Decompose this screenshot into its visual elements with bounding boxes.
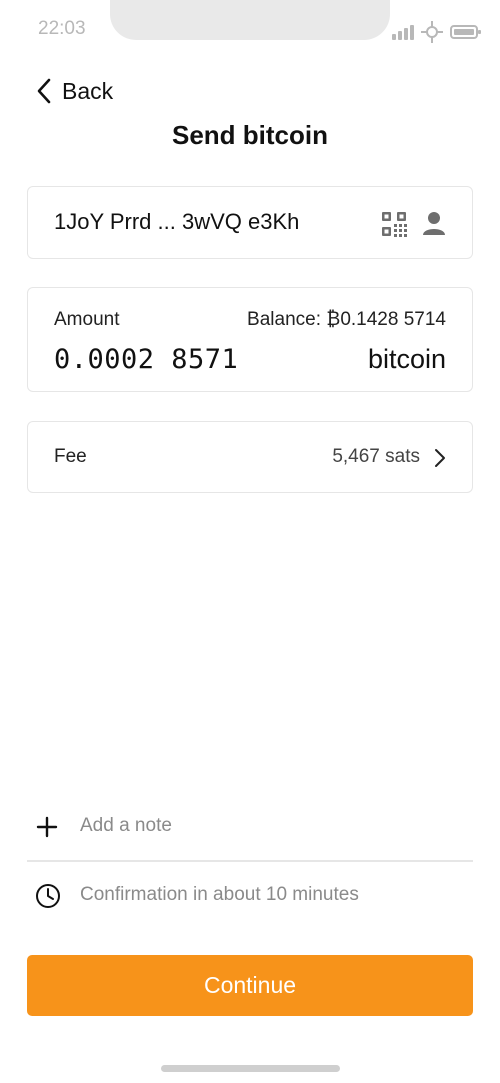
add-note-button[interactable]: Add a note [27, 808, 473, 848]
amount-label: Amount [54, 309, 120, 330]
status-bar: 22:03 [0, 0, 500, 60]
continue-button[interactable]: Continue [27, 955, 473, 1016]
fee-value: 5,467 sats [332, 446, 420, 467]
contact-icon[interactable] [422, 210, 446, 236]
chevron-left-icon [37, 78, 51, 104]
signal-icon [392, 25, 414, 40]
qr-code-icon[interactable] [380, 210, 408, 238]
plus-icon [36, 816, 58, 838]
battery-icon [450, 25, 481, 39]
confirmation-estimate: Confirmation in about 10 minutes [27, 876, 473, 916]
amount-card[interactable]: Amount Balance: ₿0.1428 5714 0.0002 8571… [27, 287, 473, 392]
clock-icon [36, 884, 60, 908]
balance-text: Balance: ₿0.1428 5714 [247, 309, 446, 330]
amount-input[interactable]: 0.0002 8571 [54, 344, 238, 375]
status-icons [392, 21, 481, 43]
fee-label: Fee [54, 446, 87, 467]
back-button[interactable]: Back [36, 74, 113, 108]
status-time: 22:03 [38, 18, 86, 39]
device-notch [110, 0, 390, 40]
add-note-label: Add a note [80, 815, 172, 836]
chevron-right-icon [435, 449, 445, 467]
back-label: Back [62, 77, 114, 104]
connectivity-icon [421, 21, 443, 43]
confirmation-label: Confirmation in about 10 minutes [80, 884, 359, 905]
divider [27, 860, 473, 862]
home-indicator [161, 1065, 340, 1072]
page-title: Send bitcoin [172, 120, 328, 150]
recipient-address: 1JoY Prrd ... 3wVQ e3Kh [54, 209, 300, 234]
fee-selector[interactable]: Fee 5,467 sats [27, 421, 473, 493]
amount-unit-toggle[interactable]: bitcoin [368, 344, 446, 375]
recipient-address-field[interactable]: 1JoY Prrd ... 3wVQ e3Kh [27, 186, 473, 259]
